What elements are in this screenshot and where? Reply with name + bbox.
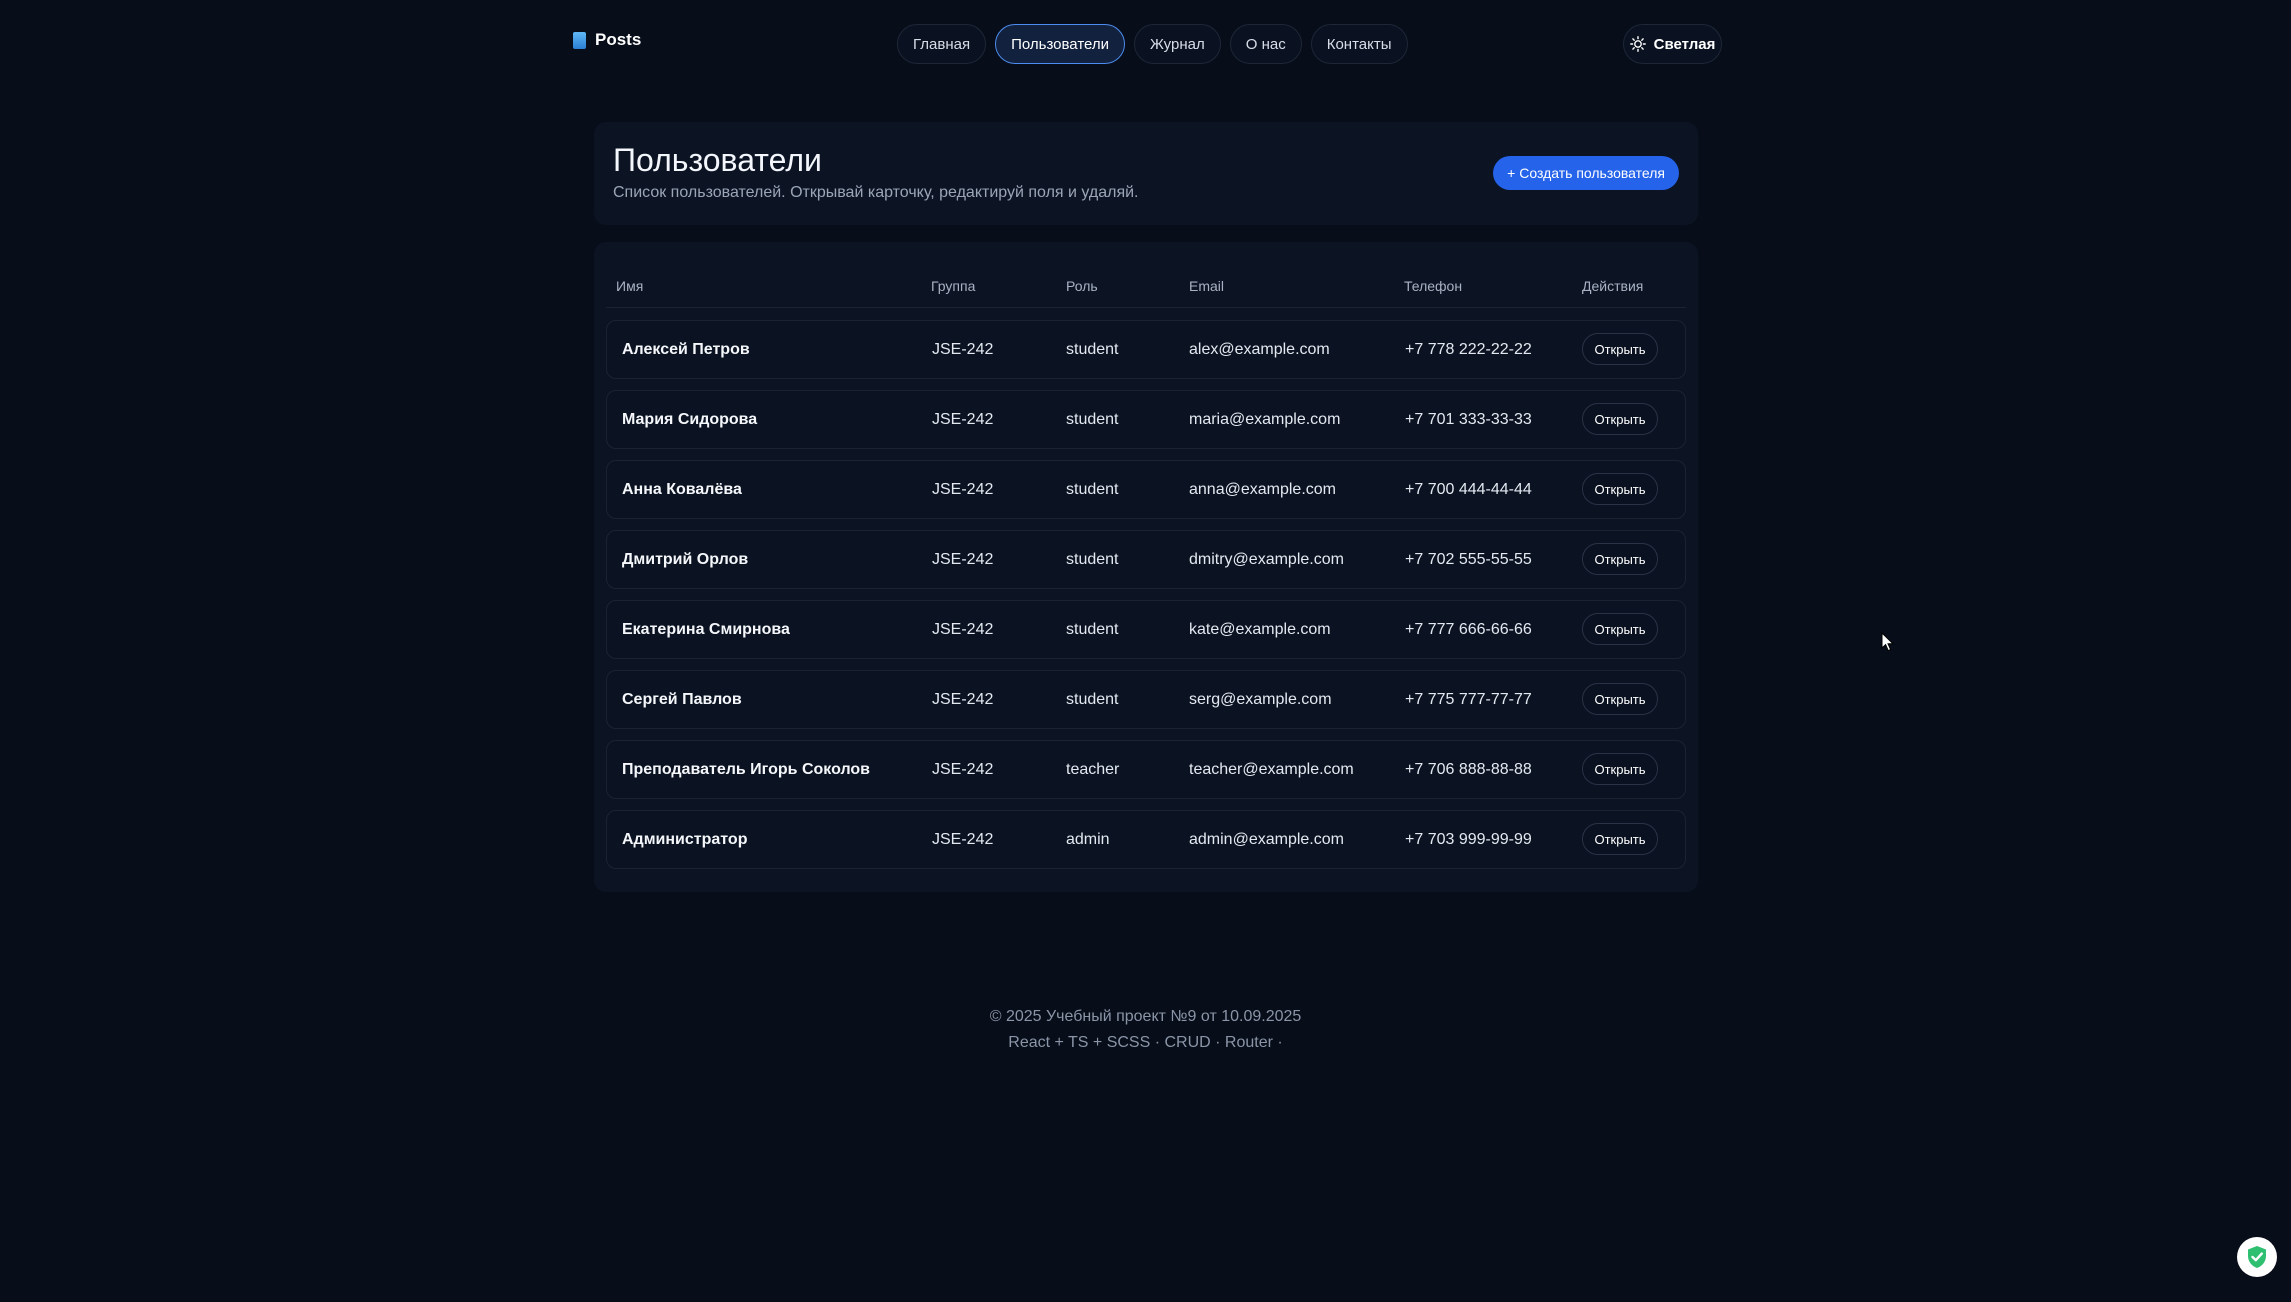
book-icon — [573, 31, 586, 49]
table-row: Преподаватель Игорь Соколов JSE-242 teac… — [606, 740, 1686, 799]
user-group: JSE-242 — [932, 481, 994, 498]
user-name: Преподаватель Игорь Соколов — [622, 761, 870, 778]
user-phone: +7 777 666-66-66 — [1405, 621, 1532, 638]
table-row: Сергей Павлов JSE-242 student serg@examp… — [606, 670, 1686, 729]
column-header-actions: Действия — [1582, 278, 1644, 294]
main-nav: Главная Пользователи Журнал О нас Контак… — [897, 24, 1408, 64]
open-button[interactable]: Открыть — [1582, 473, 1658, 505]
users-header-card: Пользователи Список пользователей. Откры… — [594, 122, 1698, 225]
table-row: Дмитрий Орлов JSE-242 student dmitry@exa… — [606, 530, 1686, 589]
table-row: Анна Ковалёва JSE-242 student anna@examp… — [606, 460, 1686, 519]
user-phone: +7 775 777-77-77 — [1405, 691, 1532, 708]
column-header-phone: Телефон — [1404, 278, 1463, 294]
user-group: JSE-242 — [932, 831, 994, 848]
user-phone: +7 778 222-22-22 — [1405, 341, 1532, 358]
user-name: Алексей Петров — [622, 341, 750, 358]
table-row: Алексей Петров JSE-242 student alex@exam… — [606, 320, 1686, 379]
nav-item-about[interactable]: О нас — [1229, 24, 1302, 64]
user-role: student — [1066, 551, 1119, 568]
user-name: Сергей Павлов — [622, 691, 742, 708]
sun-icon — [1629, 36, 1646, 52]
user-role: student — [1066, 411, 1119, 428]
user-group: JSE-242 — [932, 341, 994, 358]
table-row: Мария Сидорова JSE-242 student maria@exa… — [606, 390, 1686, 449]
brand[interactable]: Posts — [573, 30, 641, 50]
user-phone: +7 700 444-44-44 — [1405, 481, 1532, 498]
nav-item-journal[interactable]: Журнал — [1134, 24, 1221, 64]
user-email: anna@example.com — [1189, 481, 1336, 498]
column-header-name: Имя — [616, 278, 644, 294]
user-name: Мария Сидорова — [622, 411, 758, 428]
user-name: Екатерина Смирнова — [622, 621, 790, 638]
user-email: dmitry@example.com — [1189, 551, 1344, 568]
open-button[interactable]: Открыть — [1582, 403, 1658, 435]
open-button[interactable]: Открыть — [1582, 613, 1658, 645]
user-role: student — [1066, 621, 1119, 638]
column-header-email: Email — [1189, 278, 1225, 294]
nav-item-contacts[interactable]: Контакты — [1310, 24, 1408, 64]
open-button[interactable]: Открыть — [1582, 683, 1658, 715]
user-group: JSE-242 — [932, 621, 994, 638]
user-role: student — [1066, 691, 1119, 708]
user-role: student — [1066, 341, 1119, 358]
nav-item-users[interactable]: Пользователи — [995, 24, 1125, 64]
user-group: JSE-242 — [932, 411, 994, 428]
table-row: Администратор JSE-242 admin admin@exampl… — [606, 810, 1686, 869]
nav-item-home[interactable]: Главная — [897, 24, 987, 64]
shield-check-icon — [2248, 1246, 2266, 1268]
open-button[interactable]: Открыть — [1582, 543, 1658, 575]
user-email: maria@example.com — [1189, 411, 1341, 428]
brand-title: Posts — [595, 30, 642, 49]
user-role: teacher — [1066, 761, 1120, 778]
footer-copyright: © 2025 Учебный проект №9 от 10.09.2025 — [989, 1008, 1302, 1025]
user-email: serg@example.com — [1189, 691, 1332, 708]
user-role: student — [1066, 481, 1119, 498]
user-group: JSE-242 — [932, 761, 994, 778]
user-email: alex@example.com — [1189, 341, 1330, 358]
user-email: admin@example.com — [1189, 831, 1344, 848]
user-phone: +7 701 333-33-33 — [1405, 411, 1532, 428]
theme-toggle-button[interactable]: Светлая — [1623, 24, 1722, 64]
user-group: JSE-242 — [932, 551, 994, 568]
user-phone: +7 706 888-88-88 — [1405, 761, 1532, 778]
theme-toggle-label: Светлая — [1653, 35, 1716, 53]
table-header: Имя Группа Роль Email Телефон Действия — [606, 242, 1686, 308]
table-row: Екатерина Смирнова JSE-242 student kate@… — [606, 600, 1686, 659]
user-email: kate@example.com — [1189, 621, 1331, 638]
user-name: Анна Ковалёва — [622, 481, 742, 498]
user-phone: +7 703 999-99-99 — [1405, 831, 1532, 848]
open-button[interactable]: Открыть — [1582, 333, 1658, 365]
column-header-group: Группа — [931, 278, 976, 294]
column-header-role: Роль — [1066, 278, 1098, 294]
user-name: Администратор — [622, 831, 748, 848]
create-user-button[interactable]: + Создать пользователя — [1493, 156, 1679, 190]
user-group: JSE-242 — [932, 691, 994, 708]
top-header: Posts Главная Пользователи Журнал О нас … — [0, 0, 2291, 88]
page-subtitle: Список пользователей. Открывай карточку,… — [613, 184, 1139, 201]
user-email: teacher@example.com — [1189, 761, 1354, 778]
open-button[interactable]: Открыть — [1582, 823, 1658, 855]
security-extension-button[interactable] — [2237, 1237, 2277, 1277]
footer-tech-stack: React + TS + SCSS · CRUD · Router · — [1008, 1034, 1283, 1051]
open-button[interactable]: Открыть — [1582, 753, 1658, 785]
user-name: Дмитрий Орлов — [622, 551, 749, 568]
page-title: Пользователи — [613, 142, 822, 178]
user-role: admin — [1066, 831, 1110, 848]
page: Posts Главная Пользователи Журнал О нас … — [0, 0, 2291, 1302]
user-phone: +7 702 555-55-55 — [1405, 551, 1532, 568]
users-table: Имя Группа Роль Email Телефон Действия А… — [594, 242, 1698, 892]
mouse-cursor-icon — [1881, 632, 1895, 652]
